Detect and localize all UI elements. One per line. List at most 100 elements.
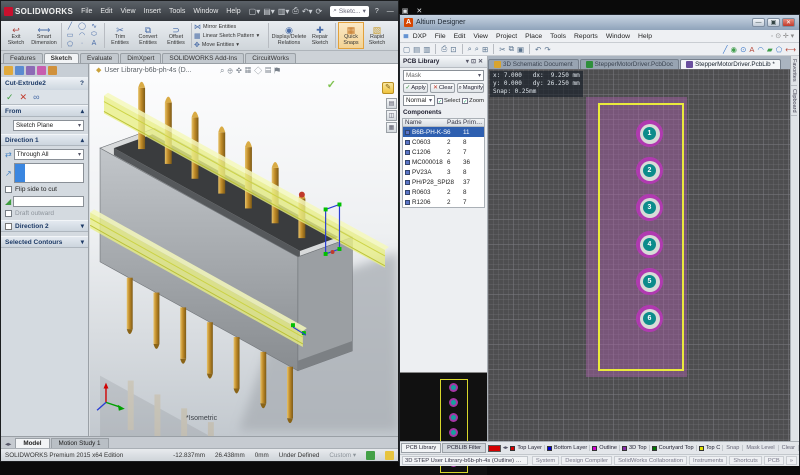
point-icon[interactable]: · [76,40,88,49]
place-fill-icon[interactable]: ▰ [767,45,773,54]
draft-icon[interactable]: ◢ [5,197,11,206]
heads-up-view-toolbar[interactable]: ⌕⊕✥▦◇▤⚑ [220,66,283,76]
undo-icon[interactable]: ↶▾ [302,7,313,16]
display-delete-relations-button[interactable]: ◉ Display/Delete Relations [271,22,307,49]
search-box[interactable]: ⌕ Sketc... ▾ [330,6,369,17]
help-icon[interactable]: ? [373,8,381,15]
panel-button-3[interactable]: ▦ [386,122,397,133]
table-row[interactable]: C0603 2 8 [403,137,484,147]
print-icon[interactable]: ⎙ [441,44,447,54]
section-selected-contours[interactable]: Selected Contours ▾ [1,236,88,248]
circle-icon[interactable]: ◯ [76,22,88,31]
mode-combo[interactable]: Normal ▾ [403,95,435,106]
paste-icon[interactable]: ▣ [517,45,524,54]
menu-view[interactable]: View [469,33,492,40]
solidworks-collaboration-button[interactable]: SolidWorks Collaboration [614,456,687,465]
pin-icon[interactable]: ⊡ [470,58,477,65]
menu-insert[interactable]: Insert [140,7,166,16]
ok-button[interactable]: ✓ [6,92,14,103]
bottom-tab-pcb-library[interactable]: PCB Library [401,443,441,453]
print-icon[interactable]: ⎙ [292,6,298,16]
select-checkbox[interactable]: ✓ Select [437,98,460,104]
spline-icon[interactable]: ∿ [88,22,100,31]
table-row[interactable]: R1206 2 7 [403,197,484,207]
table-row[interactable]: C1206 2 7 [403,147,484,157]
confirmation-corner-sketch-icon[interactable]: ✎ [382,82,394,94]
place-string-icon[interactable]: A [749,45,754,54]
from-combo[interactable]: Sketch Plane ▾ [13,120,84,131]
rapid-sketch-button[interactable]: ▧ Rapid Sketch [364,22,390,49]
table-row[interactable]: PV23A 3 8 [403,167,484,177]
move-entities-button[interactable]: ✥ Move Entities ▾ [194,40,266,49]
undo-icon[interactable]: ↶ [535,45,541,54]
exit-sketch-button[interactable]: ↩ Exit Sketch [3,22,29,49]
place-arc-icon[interactable]: ◠ [757,45,764,54]
linear-sketch-pattern-button[interactable]: ▦ Linear Sketch Pattern ▾ [194,31,266,40]
table-row[interactable]: R0603 2 8 [403,187,484,197]
zoom-area-icon[interactable]: ⊞ [482,45,488,54]
help-icon[interactable]: ? [80,80,84,87]
close-icon[interactable]: ✕ [477,58,484,65]
minimize-button[interactable]: — [385,8,396,15]
tab-pcbdoc[interactable]: StepperMotorDriver.PcbDoc [580,59,679,69]
menu-view[interactable]: View [116,7,139,16]
polygon-icon[interactable]: ⬠ [64,40,76,49]
tab-sketch[interactable]: Sketch [44,53,79,63]
end-condition-combo[interactable]: Through All ▾ [14,149,84,160]
pad-6[interactable]: 6 [636,305,663,332]
offset-entities-button[interactable]: ⊃ Offset Entities [163,22,189,49]
flip-side-checkbox[interactable]: Flip side to cut [5,186,84,193]
copy-icon[interactable]: ⧉ [509,44,514,54]
cancel-button[interactable]: ✕ [20,92,28,103]
quick-snaps-button[interactable]: ▦ Quick Snaps [338,22,364,49]
menu-tools[interactable]: Tools [165,7,189,16]
tab-features[interactable]: Features [3,53,43,63]
table-row[interactable]: PH/P28_SPL8 28 37 [403,177,484,187]
new-icon[interactable]: ▢ [403,45,410,54]
zoom-fit-icon[interactable]: ⌕ [475,44,479,54]
pad-1[interactable]: 1 [636,120,663,147]
layer-tab-outline[interactable]: Outline [590,445,620,451]
mirror-entities-button[interactable]: ⋈ Mirror Entities [194,22,266,31]
table-row[interactable]: MC000018 6 36 [403,157,484,167]
menu-project[interactable]: Project [492,33,521,40]
right-tab-favorites[interactable]: Favorites [791,56,797,86]
draft-angle-input[interactable] [13,196,84,207]
dimxpert-manager-icon[interactable] [37,66,46,75]
menu-place[interactable]: Place [521,33,546,40]
pad-2[interactable]: 2 [636,157,663,184]
more-button[interactable]: » [786,456,797,465]
direction-reference-box[interactable] [14,163,84,183]
featuremanager-tree-icon[interactable] [4,66,13,75]
pcb-canvas[interactable]: 1 2 3 4 5 6 x: 7.000 dx: 9.250 mm y: 0.0… [488,69,792,441]
place-dimension-icon[interactable]: ⟷ [785,45,796,54]
clear-button[interactable]: ✕ Clear [430,83,455,93]
mask-combo[interactable]: Mask ▾ [403,70,484,81]
convert-entities-button[interactable]: ⧉ Convert Entities [133,22,163,49]
panel-button-1[interactable]: ▤ [386,98,397,109]
display-manager-icon[interactable] [48,66,57,75]
clear-button[interactable]: Clear [779,445,799,451]
restore-button[interactable]: ▣ [767,18,780,27]
tab-evaluate[interactable]: Evaluate [80,53,119,63]
tab-pcblib[interactable]: StepperMotorDriver.PcbLib * [680,59,781,69]
units-dropdown[interactable]: Custom ▾ [329,452,356,459]
panel-button-2[interactable]: ◫ [386,110,397,121]
snap-button[interactable]: Snap [723,445,743,451]
tab-motion-study[interactable]: Motion Study 1 [51,438,109,448]
pad-3[interactable]: 3 [636,194,663,221]
place-polygon-icon[interactable]: ⬠ [776,45,783,54]
layer-tab-top-c[interactable]: Top C [697,445,724,451]
cut-icon[interactable]: ✂ [499,45,505,54]
section-direction2[interactable]: Direction 2 ▾ [1,220,88,232]
tab-addins[interactable]: SOLIDWORKS Add-Ins [162,53,244,63]
magnify-button[interactable]: ⌕ Magnify [457,83,484,93]
redo-icon[interactable]: ↷ [544,45,550,54]
rebuild-icon[interactable]: ⟳ [316,7,323,16]
smart-dimension-button[interactable]: ⟷ Smart Dimension [29,22,59,49]
section-from[interactable]: From ▴ [1,105,88,117]
pad-4[interactable]: 4 [636,231,663,258]
instruments-button[interactable]: Instruments [689,456,727,465]
table-header[interactable]: Name Pads Primitiv [403,119,484,127]
3d-model-connector[interactable] [90,64,398,436]
